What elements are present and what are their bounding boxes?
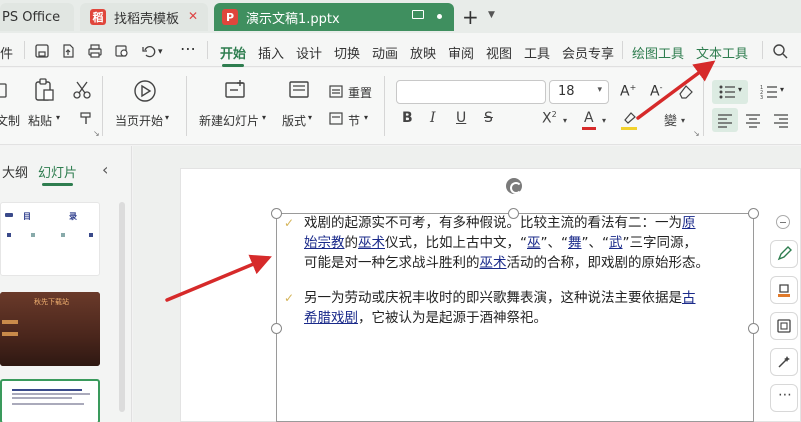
arrow-to-text-box: [165, 254, 272, 302]
arrow-to-text-tools: [636, 60, 716, 120]
annotation-arrows: [165, 60, 716, 302]
